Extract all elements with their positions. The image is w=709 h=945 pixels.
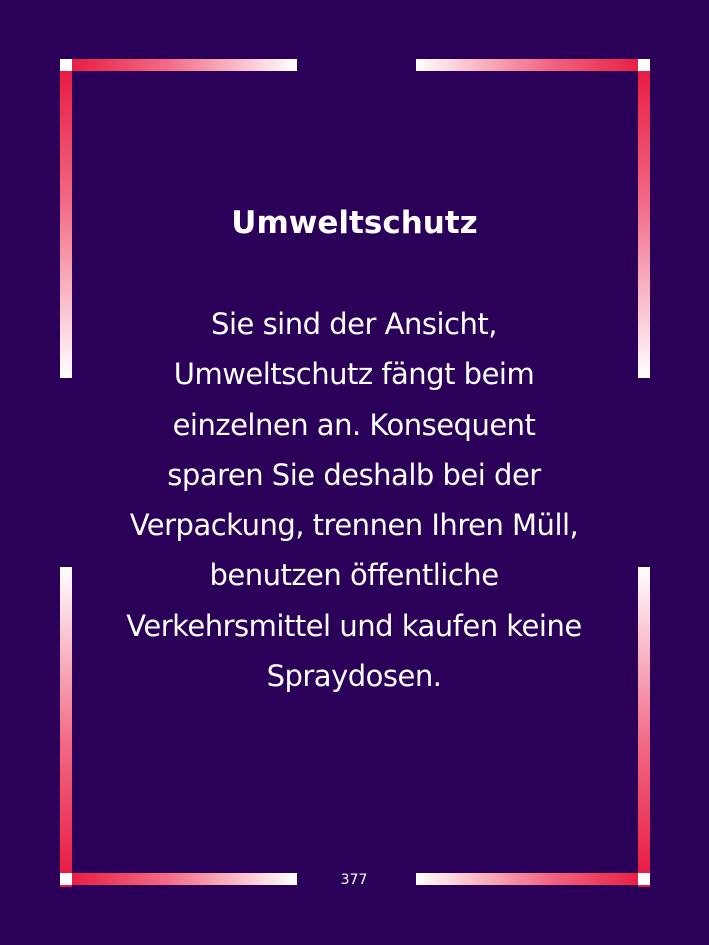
frame-top-right-bar bbox=[416, 59, 650, 71]
frame-corner-top-right bbox=[638, 59, 650, 71]
frame-left-lower-bar bbox=[60, 567, 72, 887]
frame-corner-bottom-left bbox=[60, 873, 72, 885]
page-number: 377 bbox=[340, 872, 368, 888]
card-body-text: Sie sind der Ansicht, Umweltschutz fängt… bbox=[126, 307, 582, 694]
frame-top-left-bar bbox=[60, 59, 297, 71]
frame-corner-top-left bbox=[60, 59, 72, 71]
card-title: Umweltschutz bbox=[231, 205, 478, 241]
frame-bottom-right-bar bbox=[416, 873, 650, 885]
frame-right-lower-bar bbox=[638, 567, 650, 887]
frame-bottom-left-bar bbox=[60, 873, 297, 885]
frame-corner-bottom-right bbox=[638, 873, 650, 885]
